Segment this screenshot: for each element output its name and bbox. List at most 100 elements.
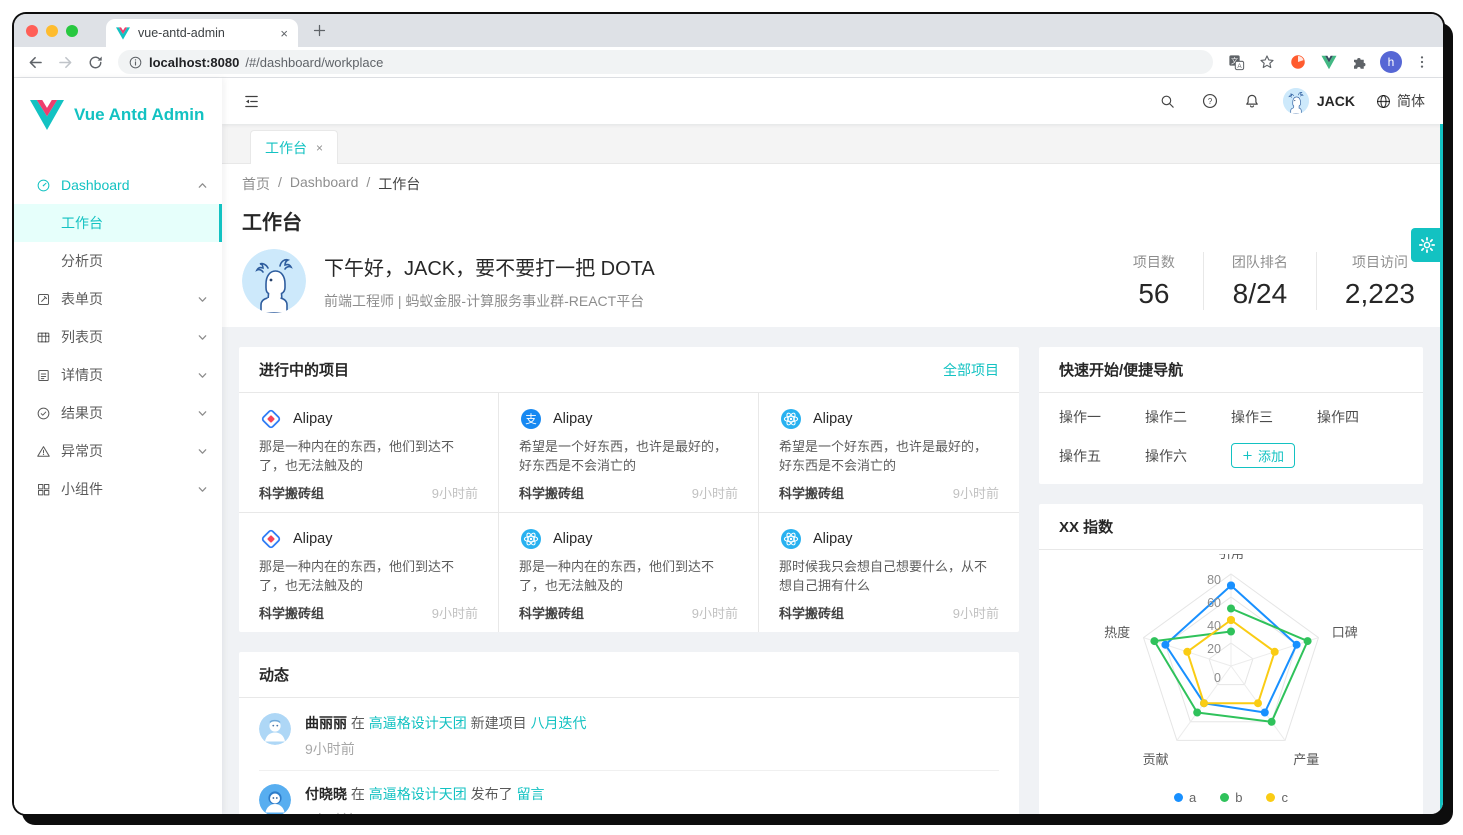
quick-nav-links: 操作一操作二操作三操作四操作五操作六添加 bbox=[1039, 393, 1423, 484]
activity-object-link[interactable]: 留言 bbox=[517, 786, 545, 802]
project-desc: 那是一种内在的东西，他们到达不了，也无法触及的 bbox=[259, 437, 478, 475]
activity-object-link[interactable]: 八月迭代 bbox=[531, 715, 587, 731]
notification-bell-icon[interactable] bbox=[1241, 90, 1263, 112]
project-name[interactable]: Alipay bbox=[553, 531, 593, 547]
sidebar-item-表单页[interactable]: 表单页 bbox=[14, 280, 222, 318]
project-group[interactable]: 科学搬砖组 bbox=[259, 483, 324, 502]
person2-avatar bbox=[259, 784, 291, 814]
sidebar-item-异常页[interactable]: 异常页 bbox=[14, 432, 222, 470]
project-card[interactable]: Alipay那是一种内在的东西，他们到达不了，也无法触及的科学搬砖组9小时前 bbox=[239, 393, 499, 513]
breadcrumb-dashboard[interactable]: Dashboard bbox=[290, 174, 359, 194]
add-quick-link-button[interactable]: 添加 bbox=[1231, 443, 1295, 468]
react-icon bbox=[779, 527, 803, 551]
legend-item-c[interactable]: c bbox=[1266, 790, 1288, 805]
quick-link-操作二[interactable]: 操作二 bbox=[1145, 407, 1231, 427]
quick-nav-title: 快速开始/便捷导航 bbox=[1059, 359, 1183, 380]
react-icon bbox=[519, 527, 543, 551]
stat-项目访问: 项目访问2,223 bbox=[1317, 252, 1423, 310]
legend-item-a[interactable]: a bbox=[1174, 790, 1196, 805]
app-root: Vue Antd Admin Dashboard工作台分析页表单页列表页详情页结… bbox=[14, 78, 1443, 814]
project-card[interactable]: Alipay那是一种内在的东西，他们到达不了，也无法触及的科学搬砖组9小时前 bbox=[239, 513, 499, 632]
sidebar-item-列表页[interactable]: 列表页 bbox=[14, 318, 222, 356]
page-tab-close-icon[interactable]: × bbox=[316, 141, 323, 155]
project-group[interactable]: 科学搬砖组 bbox=[519, 603, 584, 622]
react-icon bbox=[779, 407, 803, 431]
activity-team-link[interactable]: 高逼格设计天团 bbox=[369, 715, 467, 731]
url-path: /#/dashboard/workplace bbox=[245, 55, 383, 70]
refresh-icon[interactable] bbox=[84, 51, 106, 73]
zoom-window-button[interactable] bbox=[66, 25, 78, 37]
project-name[interactable]: Alipay bbox=[813, 411, 853, 427]
page-scroll-area[interactable]: 首页 / Dashboard / 工作台 工作台 下午好，JACK，要不要打一把… bbox=[222, 164, 1443, 814]
legend-item-b[interactable]: b bbox=[1220, 790, 1242, 805]
settings-gear-button[interactable] bbox=[1411, 228, 1443, 262]
person1-avatar bbox=[259, 713, 291, 745]
all-projects-link[interactable]: 全部项目 bbox=[943, 360, 999, 380]
activity-text: 曲丽丽 在 高逼格设计天团 新建项目 八月迭代 bbox=[305, 713, 587, 733]
bookmark-star-icon[interactable] bbox=[1256, 51, 1278, 73]
tab-close-icon[interactable]: × bbox=[280, 26, 288, 41]
sidebar-subitem-工作台[interactable]: 工作台 bbox=[14, 204, 222, 242]
project-group[interactable]: 科学搬砖组 bbox=[779, 603, 844, 622]
breadcrumb-home[interactable]: 首页 bbox=[242, 174, 270, 194]
project-name[interactable]: Alipay bbox=[813, 531, 853, 547]
radar-legend: a b c bbox=[1174, 790, 1288, 805]
svg-text:产量: 产量 bbox=[1293, 752, 1319, 767]
app-logo-text: Vue Antd Admin bbox=[74, 105, 204, 125]
sidebar: Vue Antd Admin Dashboard工作台分析页表单页列表页详情页结… bbox=[14, 78, 222, 814]
vue-devtools-icon[interactable] bbox=[1318, 51, 1340, 73]
app-logo[interactable]: Vue Antd Admin bbox=[14, 78, 222, 136]
quick-link-操作三[interactable]: 操作三 bbox=[1231, 407, 1317, 427]
quick-link-操作四[interactable]: 操作四 bbox=[1317, 407, 1403, 427]
project-name[interactable]: Alipay bbox=[553, 411, 593, 427]
project-group[interactable]: 科学搬砖组 bbox=[779, 483, 844, 502]
quick-link-操作一[interactable]: 操作一 bbox=[1059, 407, 1145, 427]
user-menu[interactable]: JACK bbox=[1283, 88, 1355, 114]
project-card[interactable]: Alipay希望是一个好东西，也许是最好的，好东西是不会消亡的科学搬砖组9小时前 bbox=[759, 393, 1019, 513]
svg-text:贡献: 贡献 bbox=[1143, 752, 1169, 767]
address-bar[interactable]: localhost:8080 /#/dashboard/workplace bbox=[118, 50, 1213, 74]
sidebar-item-Dashboard[interactable]: Dashboard bbox=[14, 166, 222, 204]
antd-icon bbox=[259, 527, 283, 551]
quick-link-操作六[interactable]: 操作六 bbox=[1145, 446, 1231, 466]
activity-card: 动态 曲丽丽 在 高逼格设计天团 新建项目 八月迭代9小时前付晓晓 在 高逼格设… bbox=[239, 652, 1019, 814]
sidebar-subitem-分析页[interactable]: 分析页 bbox=[14, 242, 222, 280]
sidebar-item-详情页[interactable]: 详情页 bbox=[14, 356, 222, 394]
extension-orange-icon[interactable] bbox=[1287, 51, 1309, 73]
browser-profile-avatar[interactable]: h bbox=[1380, 51, 1402, 73]
activity-text: 付晓晓 在 高逼格设计天团 发布了 留言 bbox=[305, 784, 545, 804]
back-icon[interactable] bbox=[24, 51, 46, 73]
project-desc: 希望是一个好东西，也许是最好的，好东西是不会消亡的 bbox=[519, 437, 738, 475]
browser-tab[interactable]: vue-antd-admin × bbox=[106, 19, 298, 47]
page-header: 首页 / Dashboard / 工作台 工作台 下午好，JACK，要不要打一把… bbox=[222, 164, 1443, 327]
close-window-button[interactable] bbox=[26, 25, 38, 37]
project-card[interactable]: 支Alipay希望是一个好东西，也许是最好的，好东西是不会消亡的科学搬砖组9小时… bbox=[499, 393, 759, 513]
project-group[interactable]: 科学搬砖组 bbox=[519, 483, 584, 502]
extensions-puzzle-icon[interactable] bbox=[1349, 51, 1371, 73]
project-group[interactable]: 科学搬砖组 bbox=[259, 603, 324, 622]
project-card[interactable]: Alipay那是一种内在的东西，他们到达不了，也无法触及的科学搬砖组9小时前 bbox=[499, 513, 759, 632]
browser-menu-kebab-icon[interactable] bbox=[1411, 51, 1433, 73]
help-icon[interactable]: ? bbox=[1199, 90, 1221, 112]
search-icon[interactable] bbox=[1157, 90, 1179, 112]
sidebar-item-小组件[interactable]: 小组件 bbox=[14, 470, 222, 508]
quick-link-操作五[interactable]: 操作五 bbox=[1059, 446, 1145, 466]
sidebar-item-结果页[interactable]: 结果页 bbox=[14, 394, 222, 432]
main-area: ? JACK 简体 工作台 bbox=[222, 78, 1443, 814]
project-name[interactable]: Alipay bbox=[293, 531, 333, 547]
minimize-window-button[interactable] bbox=[46, 25, 58, 37]
svg-text:20: 20 bbox=[1207, 642, 1221, 656]
project-name[interactable]: Alipay bbox=[293, 411, 333, 427]
page-tab-workplace[interactable]: 工作台 × bbox=[250, 130, 338, 164]
breadcrumb-current: 工作台 bbox=[378, 174, 420, 194]
svg-text:?: ? bbox=[1208, 97, 1213, 106]
stat-label: 团队排名 bbox=[1232, 252, 1288, 272]
url-host: localhost:8080 bbox=[149, 55, 239, 70]
activity-team-link[interactable]: 高逼格设计天团 bbox=[369, 786, 467, 802]
language-switcher[interactable]: 简体 bbox=[1375, 91, 1425, 111]
menu-fold-icon[interactable] bbox=[240, 90, 262, 112]
new-tab-button[interactable] bbox=[306, 18, 332, 44]
project-card[interactable]: Alipay那时候我只会想自己想要什么，从不想自己拥有什么科学搬砖组9小时前 bbox=[759, 513, 1019, 632]
site-info-icon[interactable] bbox=[128, 55, 143, 70]
translate-icon[interactable]: 文A bbox=[1225, 51, 1247, 73]
